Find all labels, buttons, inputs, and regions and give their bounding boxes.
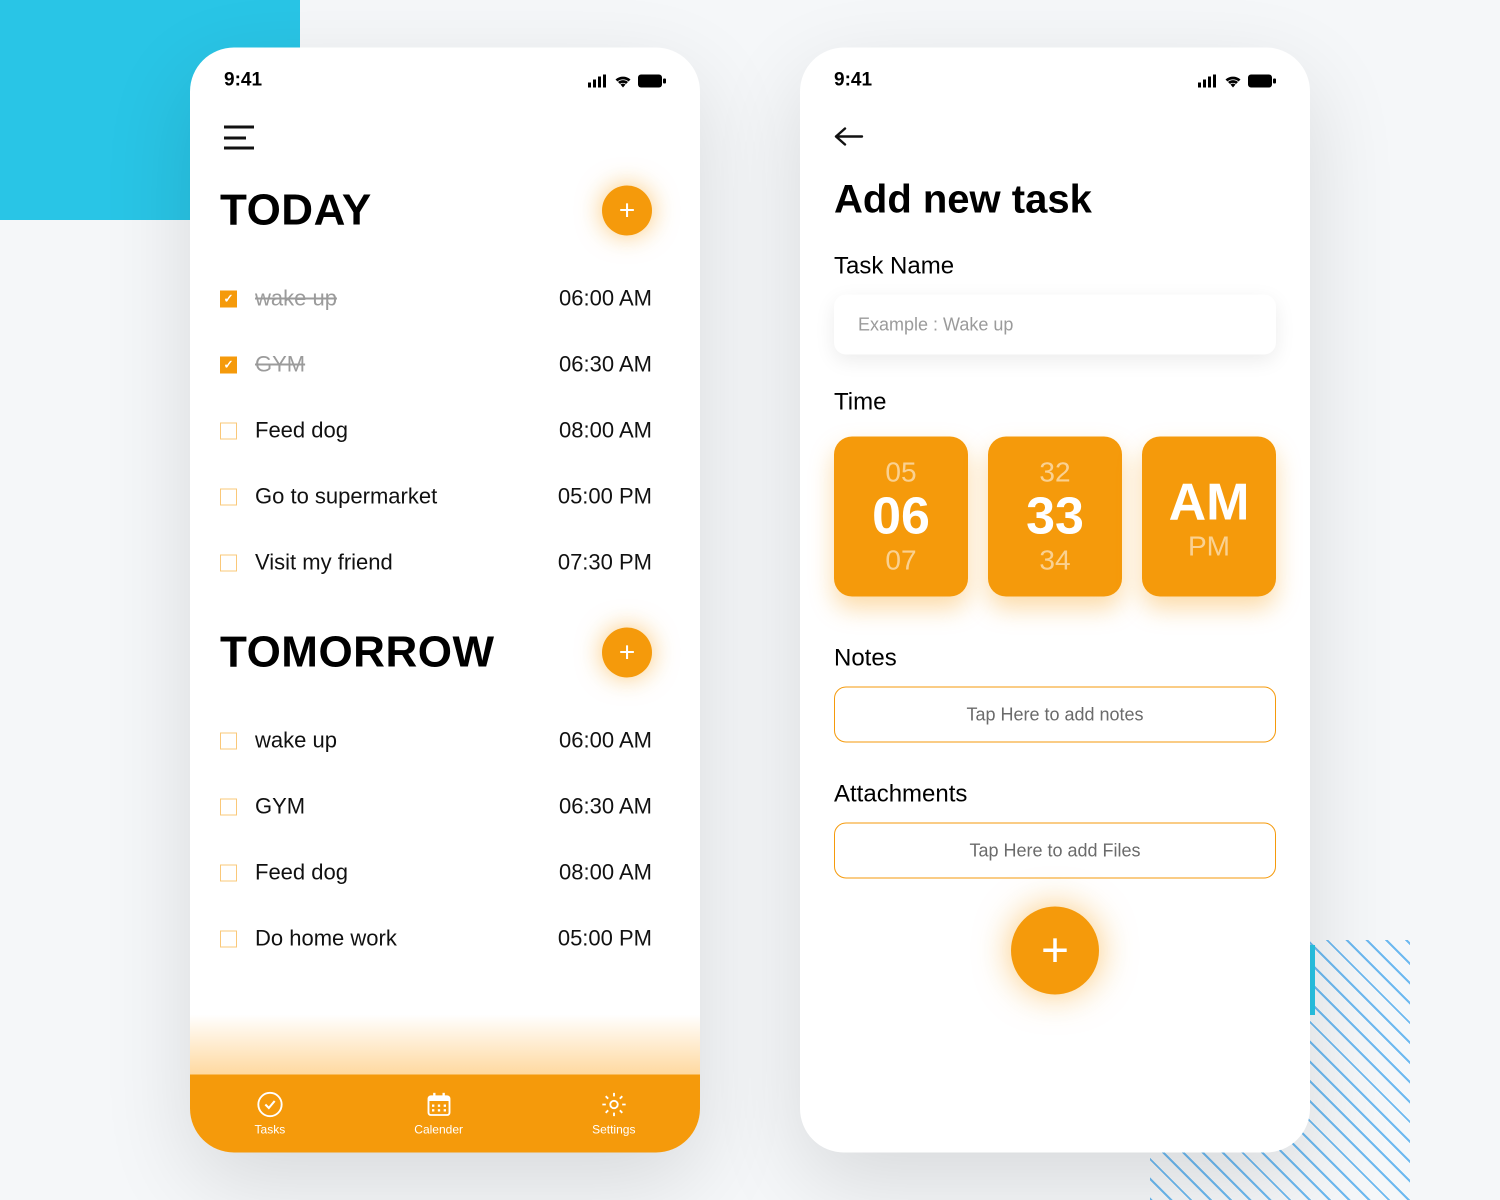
nav-label: Settings	[592, 1123, 635, 1137]
task-checkbox[interactable]	[220, 732, 237, 749]
bottom-fade	[190, 1015, 700, 1075]
task-name-input[interactable]: Example : Wake up	[834, 295, 1276, 355]
nav-label: Tasks	[255, 1123, 286, 1137]
status-bar: 9:41	[190, 48, 700, 102]
task-checkbox[interactable]	[220, 356, 237, 373]
task-row: wake up 06:00 AM	[220, 266, 670, 332]
task-row: Visit my friend 07:30 PM	[220, 530, 670, 596]
status-icons	[588, 74, 666, 87]
task-checkbox[interactable]	[220, 554, 237, 571]
today-task-list: wake up 06:00 AM GYM 06:30 AM Feed dog 08:00 …	[190, 248, 700, 604]
hour-next: 07	[885, 547, 916, 575]
task-checkbox[interactable]	[220, 488, 237, 505]
phone-add-task: 9:41 Add new task Task Name Example : Wa…	[800, 48, 1310, 1153]
task-row: Feed dog 08:00 AM	[220, 398, 670, 464]
task-label: Visit my friend	[255, 550, 393, 576]
status-time: 9:41	[224, 70, 262, 92]
status-time: 9:41	[834, 70, 872, 92]
task-name-label: Task Name	[800, 245, 1310, 295]
task-label: GYM	[255, 352, 305, 378]
task-time: 05:00 PM	[558, 926, 652, 952]
ampm-next: PM	[1188, 533, 1230, 561]
attachments-input[interactable]: Tap Here to add Files	[834, 823, 1276, 879]
add-task-tomorrow-button[interactable]: +	[602, 628, 652, 678]
task-time: 08:00 AM	[559, 860, 652, 886]
check-circle-icon	[256, 1091, 284, 1119]
bottom-nav: Tasks Calender Settings	[190, 1075, 700, 1153]
minute-picker[interactable]: 32 33 34	[988, 437, 1122, 597]
back-icon[interactable]	[834, 126, 864, 148]
task-label: Feed dog	[255, 418, 348, 444]
status-icons	[1198, 74, 1276, 87]
tomorrow-task-list: wake up 06:00 AM GYM 06:30 AM Feed dog 08:00 …	[190, 690, 700, 980]
task-row: GYM 06:30 AM	[220, 332, 670, 398]
notes-placeholder: Tap Here to add notes	[966, 704, 1143, 725]
attachments-label: Attachments	[800, 773, 1310, 823]
task-label: GYM	[255, 794, 305, 820]
nav-tasks[interactable]: Tasks	[255, 1091, 286, 1137]
notes-label: Notes	[800, 637, 1310, 687]
status-bar: 9:41	[800, 48, 1310, 102]
section-heading-today: TODAY	[220, 186, 372, 236]
task-row: Go to supermarket 05:00 PM	[220, 464, 670, 530]
page-title: Add new task	[800, 160, 1310, 245]
attachments-placeholder: Tap Here to add Files	[969, 840, 1140, 861]
nav-calendar[interactable]: Calender	[414, 1091, 463, 1137]
input-placeholder: Example : Wake up	[858, 314, 1013, 335]
minute-next: 34	[1039, 547, 1070, 575]
ampm-value: AM	[1169, 466, 1250, 539]
add-task-today-button[interactable]: +	[602, 186, 652, 236]
task-time: 06:00 AM	[559, 286, 652, 312]
menu-icon[interactable]	[224, 126, 254, 150]
task-time: 07:30 PM	[558, 550, 652, 576]
task-time: 05:00 PM	[558, 484, 652, 510]
task-time: 08:00 AM	[559, 418, 652, 444]
task-time: 06:30 AM	[559, 794, 652, 820]
nav-settings[interactable]: Settings	[592, 1091, 635, 1137]
task-row: Do home work 05:00 PM	[220, 906, 670, 972]
task-label: wake up	[255, 728, 337, 754]
hour-value: 06	[872, 480, 930, 553]
calendar-icon	[425, 1091, 453, 1119]
task-checkbox[interactable]	[220, 930, 237, 947]
gear-icon	[600, 1091, 628, 1119]
task-checkbox[interactable]	[220, 864, 237, 881]
ampm-picker[interactable]: AM PM	[1142, 437, 1276, 597]
hour-picker[interactable]: 05 06 07	[834, 437, 968, 597]
notes-input[interactable]: Tap Here to add notes	[834, 687, 1276, 743]
task-time: 06:00 AM	[559, 728, 652, 754]
task-time: 06:30 AM	[559, 352, 652, 378]
task-checkbox[interactable]	[220, 290, 237, 307]
task-label: Do home work	[255, 926, 397, 952]
nav-label: Calender	[414, 1123, 463, 1137]
task-checkbox[interactable]	[220, 798, 237, 815]
task-label: Go to supermarket	[255, 484, 437, 510]
wifi-icon	[614, 74, 632, 87]
hour-prev: 05	[885, 458, 916, 486]
section-heading-tomorrow: TOMORROW	[220, 628, 495, 678]
minute-prev: 32	[1039, 458, 1070, 486]
submit-task-button[interactable]: +	[1011, 907, 1099, 995]
battery-icon	[638, 74, 666, 87]
task-checkbox[interactable]	[220, 422, 237, 439]
task-label: wake up	[255, 286, 337, 312]
task-row: Feed dog 08:00 AM	[220, 840, 670, 906]
task-label: Feed dog	[255, 860, 348, 886]
task-row: wake up 06:00 AM	[220, 708, 670, 774]
minute-value: 33	[1026, 480, 1084, 553]
phone-tasks: 9:41 TODAY + wake up 06:00 AM GYM 06:30 AM F…	[190, 48, 700, 1153]
task-row: GYM 06:30 AM	[220, 774, 670, 840]
time-label: Time	[800, 381, 1310, 431]
